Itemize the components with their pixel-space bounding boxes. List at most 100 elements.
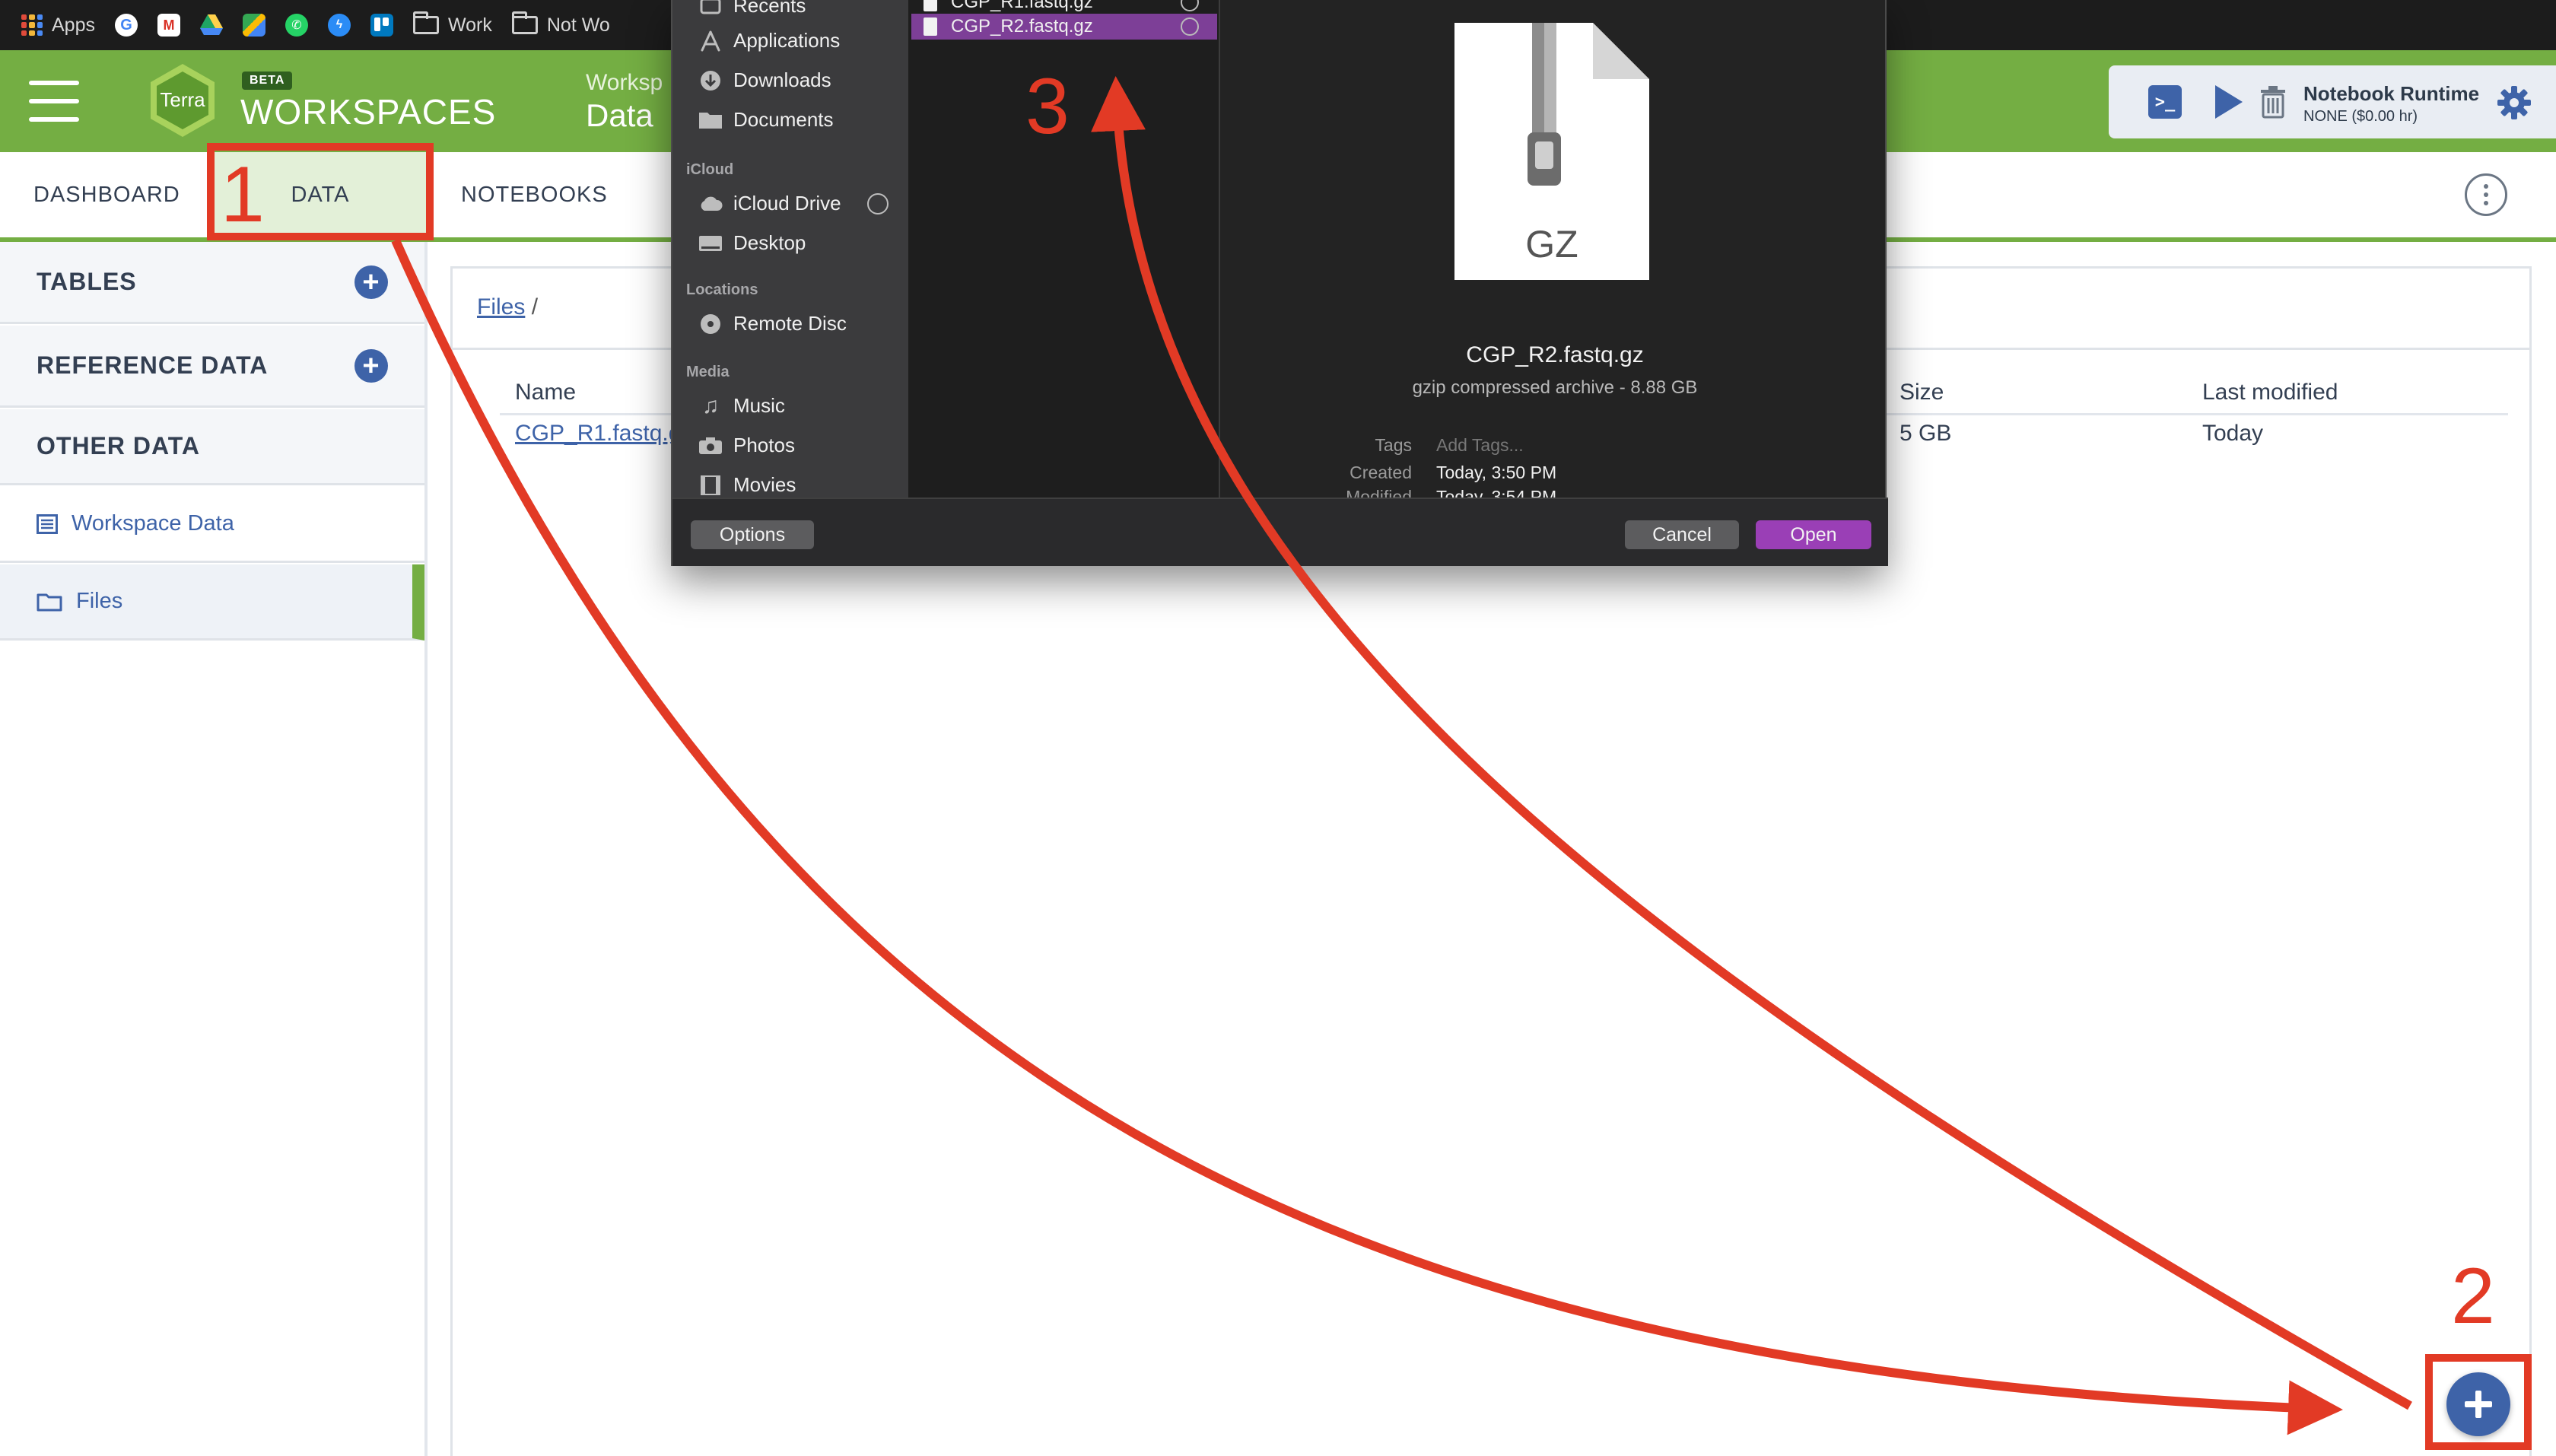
tags-input[interactable]: Add Tags... (1436, 435, 1524, 456)
data-sidebar: TABLES + REFERENCE DATA + OTHER DATA Wor… (0, 242, 428, 1456)
sidebar-label: Music (733, 394, 785, 417)
dialog-section-media: Media (686, 364, 730, 380)
section-label: OTHER DATA (37, 432, 201, 459)
dialog-sidebar-remote-disc[interactable]: Remote Disc (698, 312, 847, 335)
sidebar-label: iCloud Drive (733, 192, 841, 215)
tab-notebooks[interactable]: NOTEBOOKS (461, 152, 608, 237)
dialog-sidebar-downloads[interactable]: Downloads (698, 68, 831, 92)
logo-text: Terra (160, 88, 205, 111)
sidebar-section-tables[interactable]: TABLES + (0, 242, 424, 324)
column-header-last-modified[interactable]: Last modified (2202, 380, 2338, 405)
modified-label: Modified (1346, 487, 1412, 498)
add-file-button[interactable] (2446, 1372, 2510, 1436)
music-icon: ♫ (701, 393, 720, 418)
dialog-sidebar-documents[interactable]: Documents (698, 108, 834, 132)
sidebar-label: Remote Disc (733, 312, 847, 335)
header-breadcrumb-workspace[interactable]: Worksp (586, 70, 663, 96)
play-icon[interactable] (2215, 85, 2243, 119)
terminal-icon[interactable]: >_ (2148, 85, 2182, 119)
disc-icon (698, 313, 723, 335)
bookmark-google[interactable]: G (114, 0, 138, 50)
trello-icon (370, 14, 393, 37)
add-reference-data-icon[interactable]: + (354, 348, 388, 383)
google-icon: G (114, 14, 138, 37)
hamburger-menu-icon[interactable] (29, 81, 79, 122)
tab-data[interactable]: DATA (210, 152, 431, 237)
dialog-sidebar-music[interactable]: ♫ Music (698, 393, 785, 418)
bookmark-trello[interactable] (370, 0, 393, 50)
whatsapp-icon: ✆ (285, 14, 308, 37)
gear-icon[interactable] (2497, 85, 2532, 120)
breadcrumb-separator: / (531, 294, 539, 319)
add-table-icon[interactable]: + (354, 265, 388, 299)
dialog-section-locations: Locations (686, 281, 758, 298)
file-name-link[interactable]: CGP_R1.fastq.g (515, 421, 681, 447)
icloud-status-icon (1181, 0, 1199, 11)
options-button[interactable]: Options (691, 520, 814, 549)
section-label: TABLES (37, 268, 137, 295)
bookmark-not-work[interactable]: Not Wo (511, 0, 610, 50)
app-title[interactable]: WORKSPACES (240, 91, 496, 132)
file-icon (924, 17, 937, 36)
dialog-file-item-selected[interactable]: CGP_R2.fastq.gz (911, 14, 1217, 40)
sidebar-label: Photos (733, 434, 795, 456)
dialog-sidebar-recents[interactable]: Recents (698, 0, 806, 17)
column-header-size[interactable]: Size (1900, 380, 1944, 405)
column-header-name[interactable]: Name (515, 380, 576, 405)
bookmark-maps[interactable] (242, 0, 265, 50)
breadcrumb-files-link[interactable]: Files (477, 294, 525, 319)
sidebar-item-workspace-data[interactable]: Workspace Data (0, 487, 424, 563)
sidebar-item-label: Files (76, 589, 123, 613)
breadcrumb: Files / (477, 294, 538, 320)
dialog-sidebar-photos[interactable]: Photos (698, 434, 795, 457)
apps-grid-icon (21, 14, 43, 36)
cancel-button[interactable]: Cancel (1625, 520, 1739, 549)
file-open-dialog: Recents Applications Downloads Documents… (671, 0, 1888, 566)
dialog-sidebar-applications[interactable]: Applications (698, 29, 840, 52)
sidebar-label: Recents (733, 0, 806, 17)
dialog-file-item[interactable]: CGP_R1.fastq.gz (911, 0, 1217, 15)
dialog-footer: Options Cancel Open (672, 498, 1888, 566)
bookmark-gmail[interactable]: M (157, 0, 180, 50)
gmail-icon: M (157, 14, 180, 37)
bookmark-label: Apps (52, 14, 95, 36)
bookmark-whatsapp[interactable]: ✆ (285, 0, 308, 50)
file-icon (924, 0, 937, 11)
sidebar-section-other-data: OTHER DATA (0, 409, 424, 485)
folder-icon (698, 109, 723, 132)
messenger-icon: ϟ (327, 14, 351, 37)
folder-icon (412, 11, 439, 34)
dialog-sidebar-desktop[interactable]: Desktop (698, 231, 806, 255)
runtime-status: NONE ($0.00 hr) (2303, 108, 2418, 125)
tab-dashboard[interactable]: DASHBOARD (33, 152, 180, 237)
file-name: CGP_R2.fastq.gz (951, 16, 1093, 37)
file-name: CGP_R1.fastq.gz (951, 0, 1093, 12)
dialog-preview: GZ CGP_R2.fastq.gz gzip compressed archi… (1222, 0, 1888, 498)
created-value: Today, 3:50 PM (1436, 463, 1557, 482)
bookmark-apps[interactable]: Apps (21, 0, 95, 50)
drive-icon (199, 14, 223, 35)
download-icon (698, 69, 723, 92)
modified-value: Today, 3:54 PM (1436, 487, 1557, 498)
sidebar-item-files[interactable]: Files (0, 564, 424, 641)
sidebar-label: Downloads (733, 68, 831, 91)
folder-icon (37, 593, 62, 611)
section-label: REFERENCE DATA (37, 351, 269, 379)
sidebar-section-reference-data[interactable]: REFERENCE DATA + (0, 326, 424, 408)
bookmark-messenger[interactable]: ϟ (327, 0, 351, 50)
dialog-file-list: CGP_R1.fastq.gz CGP_R2.fastq.gz (908, 0, 1220, 498)
bookmark-drive[interactable] (199, 0, 223, 50)
bookmark-work[interactable]: Work (412, 0, 492, 50)
sidebar-label: Desktop (733, 231, 806, 254)
more-options-icon[interactable] (2465, 173, 2507, 216)
dialog-sidebar-icloud-drive[interactable]: iCloud Drive (698, 192, 889, 215)
terra-logo[interactable]: Terra (145, 62, 221, 138)
dialog-sidebar-movies[interactable]: Movies (698, 473, 796, 497)
bookmark-label: Not Wo (546, 14, 610, 36)
open-button[interactable]: Open (1756, 520, 1871, 549)
trash-icon[interactable] (2259, 85, 2287, 119)
camera-icon (698, 434, 723, 457)
dialog-sidebar: Recents Applications Downloads Documents… (672, 0, 908, 498)
plus-icon (2465, 1391, 2492, 1418)
sidebar-label: Documents (733, 108, 834, 131)
